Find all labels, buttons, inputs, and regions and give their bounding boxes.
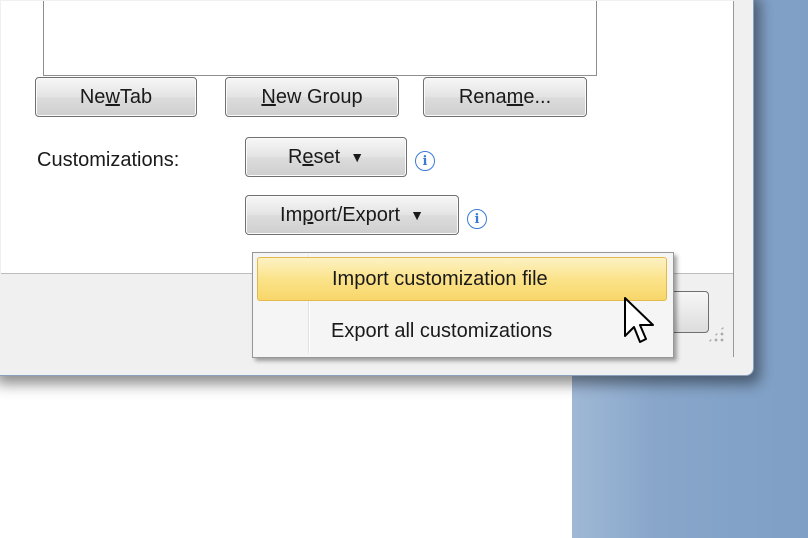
new-group-button[interactable]: New Group — [225, 77, 399, 117]
reset-dropdown-button[interactable]: Re set ▼ — [245, 137, 407, 177]
info-icon: i — [415, 151, 435, 171]
rename-button[interactable]: Rena m e... — [423, 77, 587, 117]
reset-label-pre: R — [287, 145, 303, 168]
reset-accesskey: e — [302, 145, 314, 168]
new-tab-label-post: Tab — [119, 85, 153, 108]
reset-label-post: set — [313, 145, 341, 168]
menu-item-label: Import customization file — [332, 267, 548, 290]
import-export-label-pre: Im — [280, 203, 303, 226]
import-export-menu: Import customization file Export all cus… — [252, 252, 674, 358]
new-tab-accesskey: w — [105, 85, 120, 108]
new-tab-label-pre: Ne — [79, 85, 106, 108]
menu-item-export-all-customizations[interactable]: Export all customizations — [257, 309, 667, 353]
tabs-listbox[interactable] — [43, 1, 597, 76]
menu-item-label: Export all customizations — [331, 319, 553, 342]
rename-label-post: e... — [523, 85, 552, 108]
mouse-cursor-icon — [624, 297, 654, 343]
chevron-down-icon: ▼ — [350, 149, 365, 165]
import-export-accesskey: p — [302, 203, 314, 226]
new-group-accesskey: N — [261, 85, 276, 108]
import-export-label-post: ort/Export — [313, 203, 401, 226]
chevron-down-icon: ▼ — [410, 207, 424, 223]
import-export-dropdown-button[interactable]: Im p ort/Export ▼ — [245, 195, 459, 235]
info-icon: i — [467, 209, 487, 229]
rename-accesskey: m — [506, 85, 524, 108]
customizations-label: Customizations: — [37, 149, 180, 171]
new-group-label-post: ew Group — [275, 85, 363, 108]
rename-label-pre: Rena — [458, 85, 507, 108]
new-tab-button[interactable]: Ne w Tab — [35, 77, 197, 117]
menu-item-import-customization-file[interactable]: Import customization file — [257, 257, 667, 301]
